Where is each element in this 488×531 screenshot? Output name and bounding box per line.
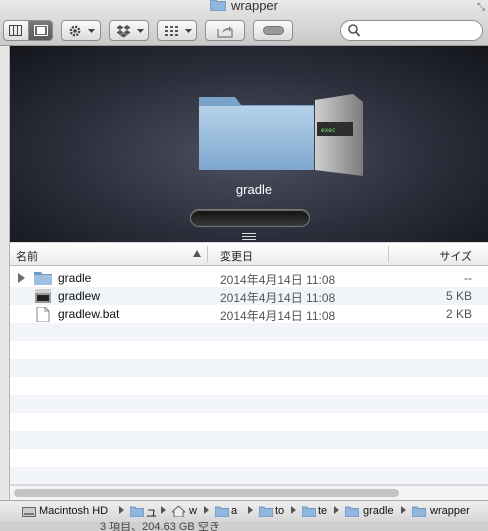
empty-row	[10, 395, 488, 413]
column-name[interactable]: 名前	[16, 248, 38, 264]
chevron-down-icon	[185, 29, 192, 33]
file-date: 2014年4月14日 11:08	[220, 273, 336, 287]
file-size: 5 KB	[445, 289, 472, 303]
coverflow-view-button[interactable]	[29, 21, 52, 40]
fullscreen-icon[interactable]: ⤡	[477, 2, 485, 13]
resize-handle-icon[interactable]	[242, 233, 256, 242]
status-text: 3 項目、204.63 GB 空き	[100, 522, 220, 531]
dropbox-menu-button[interactable]	[109, 20, 149, 41]
folder-icon	[302, 506, 316, 517]
empty-row	[10, 341, 488, 359]
file-name: gradlew.bat	[58, 307, 120, 321]
empty-row	[10, 323, 488, 341]
sidebar-edge	[0, 46, 10, 506]
folder-icon	[345, 506, 359, 517]
file-list: gradle 2014年4月14日 11:08 -- gradlew 2014年…	[10, 266, 488, 484]
svg-text:exec: exec	[321, 127, 336, 134]
file-name: gradlew	[58, 289, 101, 303]
file-row-gradlew[interactable]: gradlew 2014年4月14日 11:08 5 KB	[10, 287, 488, 305]
empty-row	[10, 449, 488, 467]
list-view-button[interactable]	[4, 21, 29, 40]
tags-button[interactable]	[253, 20, 293, 41]
path-separator-icon	[291, 506, 296, 514]
empty-row	[10, 359, 488, 377]
path-separator-icon	[401, 506, 406, 514]
empty-row	[10, 413, 488, 431]
gear-icon	[69, 25, 81, 37]
coverflow-view-icon	[34, 25, 48, 36]
window-title-group: wrapper	[0, 0, 488, 13]
document-icon	[36, 307, 50, 322]
folder-icon	[259, 506, 273, 517]
file-row-gradlew-bat[interactable]: gradlew.bat 2014年4月14日 11:08 2 KB	[10, 305, 488, 323]
action-menu-button[interactable]	[61, 20, 101, 41]
chevron-down-icon	[88, 29, 95, 33]
share-button[interactable]	[205, 20, 245, 41]
arrange-menu-button[interactable]	[157, 20, 197, 41]
unix-executable-icon	[35, 289, 51, 303]
search-input[interactable]	[363, 22, 477, 40]
file-size: --	[464, 271, 472, 285]
search-icon	[348, 24, 360, 37]
window-titlebar: wrapper ⤡	[0, 0, 488, 46]
view-switcher[interactable]	[3, 20, 53, 41]
column-size[interactable]: サイズ	[439, 248, 472, 264]
disclosure-triangle-icon[interactable]	[18, 273, 25, 283]
path-separator-icon	[334, 506, 339, 514]
empty-row	[10, 431, 488, 449]
coverflow-preview[interactable]: exec gradle	[10, 46, 488, 242]
column-divider[interactable]	[388, 246, 389, 262]
column-header: 名前 変更日 サイズ	[10, 243, 488, 266]
scrollbar-thumb[interactable]	[14, 489, 399, 497]
preview-folder-name: gradle	[235, 182, 273, 197]
search-field[interactable]	[340, 20, 483, 41]
dropbox-icon	[116, 25, 131, 38]
path-separator-icon	[204, 506, 209, 514]
status-bar: 3 項目、204.63 GB 空き	[0, 522, 488, 531]
file-size: 2 KB	[445, 307, 472, 321]
column-divider[interactable]	[207, 246, 208, 262]
sort-ascending-icon	[193, 250, 201, 257]
window-title: wrapper	[231, 0, 278, 13]
hard-drive-icon	[22, 507, 36, 517]
list-view-icon	[9, 25, 22, 36]
path-bar: Macintosh HD ユ w a to te gradle wrapper	[0, 500, 488, 522]
home-icon	[172, 506, 185, 517]
empty-row	[10, 377, 488, 395]
file-date: 2014年4月14日 11:08	[220, 309, 336, 323]
folder-icon	[34, 272, 52, 285]
column-date[interactable]: 変更日	[220, 248, 253, 264]
folder-icon	[215, 506, 229, 517]
path-separator-icon	[248, 506, 253, 514]
coverflow-scroller[interactable]	[190, 209, 310, 227]
file-row-gradle[interactable]: gradle 2014年4月14日 11:08 --	[10, 269, 488, 287]
folder-icon	[412, 506, 426, 517]
path-separator-icon	[161, 506, 166, 514]
tag-toggle-icon	[263, 26, 284, 35]
path-separator-icon	[119, 506, 124, 514]
folder-icon	[130, 506, 144, 517]
share-icon	[217, 26, 233, 38]
chevron-down-icon	[137, 29, 144, 33]
file-name: gradle	[58, 271, 92, 285]
folder-icon: exec	[199, 94, 363, 176]
folder-icon	[210, 0, 227, 11]
empty-row	[10, 467, 488, 484]
horizontal-scrollbar[interactable]	[10, 485, 488, 501]
file-date: 2014年4月14日 11:08	[220, 291, 336, 305]
arrange-grid-icon	[165, 26, 178, 36]
